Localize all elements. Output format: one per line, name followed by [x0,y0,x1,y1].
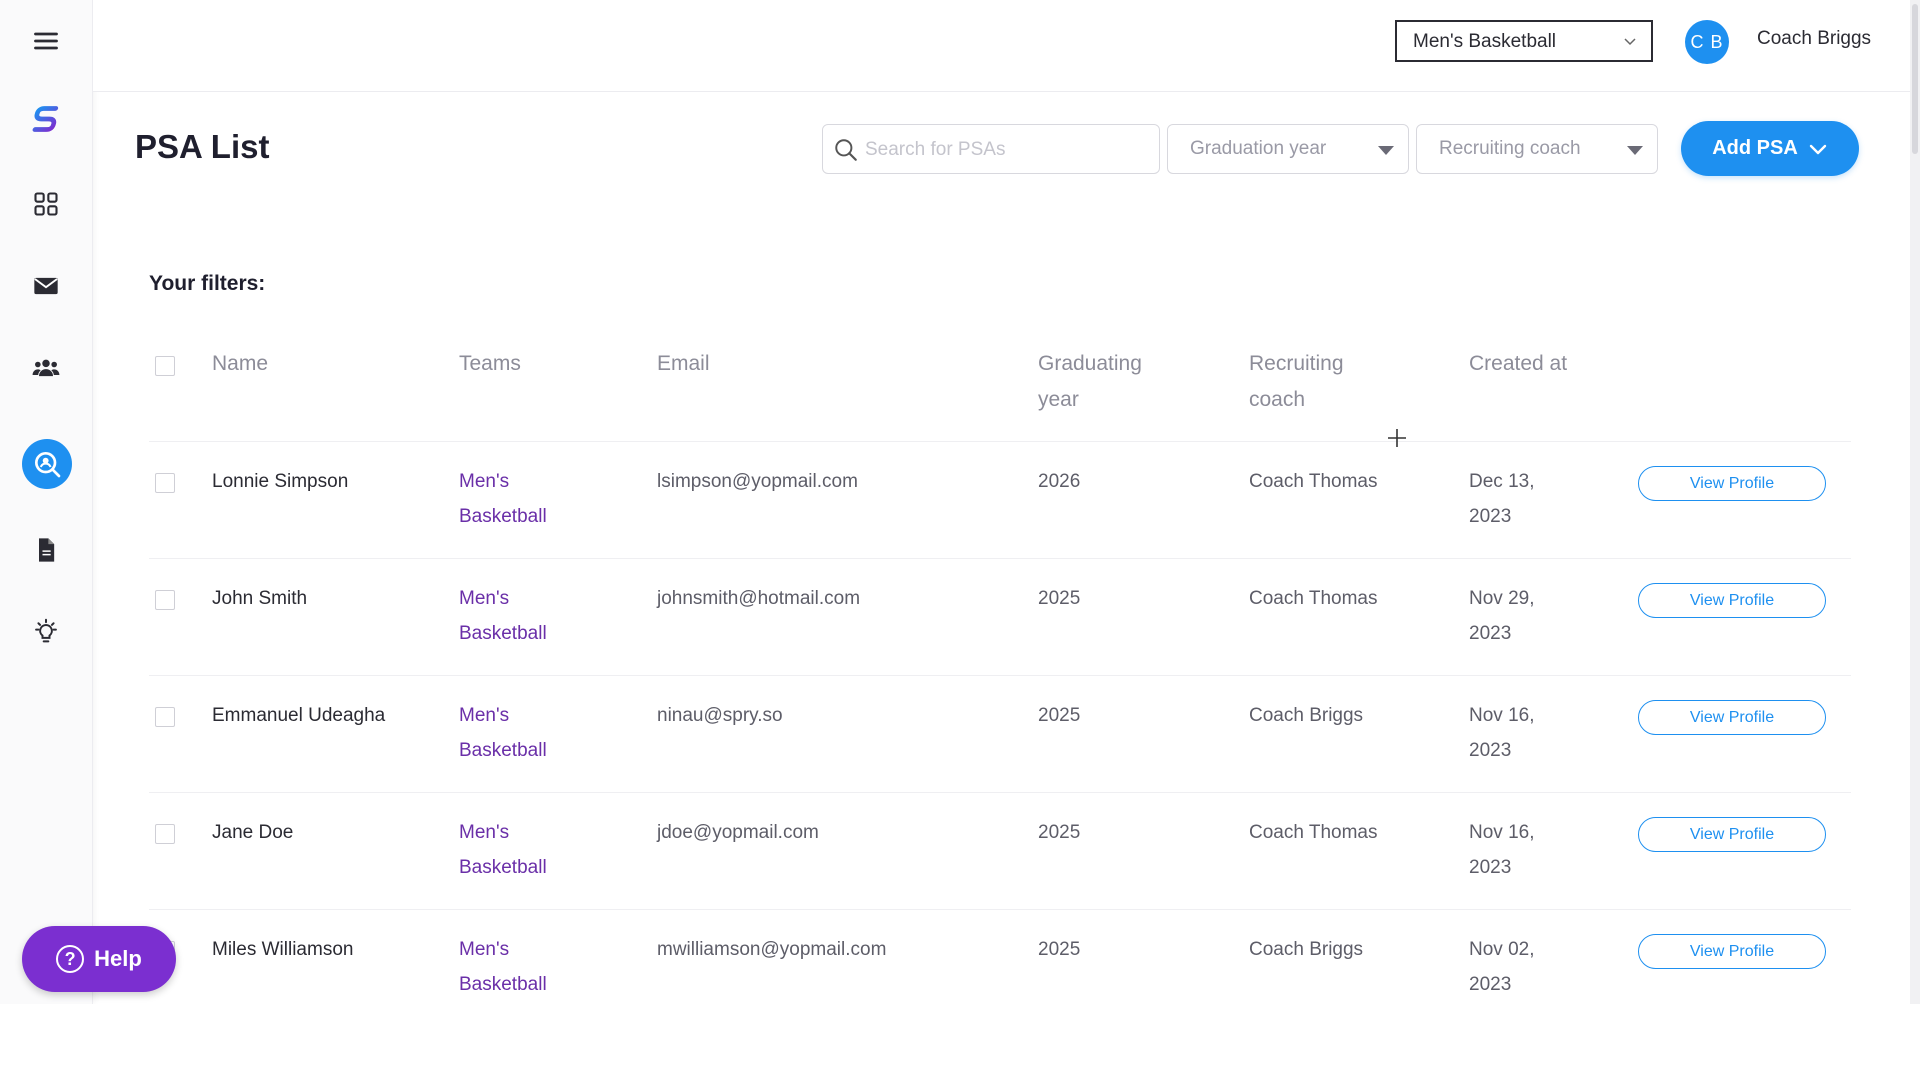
header-teams[interactable]: Teams [459,346,521,382]
app-logo-icon[interactable] [26,99,66,139]
psa-grad-year: 2025 [1038,705,1081,726]
psa-name: Emmanuel Udeagha [212,705,386,726]
psa-created-at: Nov 16, 2023 [1469,705,1535,761]
psa-coach: Coach Thomas [1249,471,1378,492]
psa-name: John Smith [212,588,308,609]
caret-down-icon [1378,146,1394,155]
avatar-initials: C B [1690,31,1724,52]
filters-label: Your filters: [149,272,266,295]
psa-name: Lonnie Simpson [212,471,349,492]
psa-email: lsimpson@yopmail.com [657,471,858,492]
add-psa-button[interactable]: Add PSA [1681,121,1859,176]
psa-search-icon[interactable] [22,439,72,489]
search-icon [835,139,857,161]
row-checkbox[interactable] [155,590,175,610]
psa-grad-year: 2026 [1038,471,1081,492]
header-created-at[interactable]: Created at [1469,346,1567,382]
recruiting-coach-filter[interactable]: Recruiting coach [1416,124,1658,174]
psa-coach: Coach Briggs [1249,939,1364,960]
caret-down-icon [1627,146,1643,155]
page-title: PSA List [135,128,270,165]
psa-team-link[interactable]: Men's Basketball [459,698,589,768]
chevron-down-icon [1809,144,1826,154]
scrollbar-thumb[interactable] [1912,4,1918,154]
header-graduating-year[interactable]: Graduating year [1038,346,1168,418]
graduation-year-filter-label: Graduation year [1190,138,1327,159]
recruiting-coach-filter-label: Recruiting coach [1439,138,1581,159]
search-input[interactable] [863,135,1147,165]
psa-name: Jane Doe [212,822,294,843]
row-checkbox[interactable] [155,473,175,493]
chevron-down-icon [1624,38,1636,46]
psa-team-link[interactable]: Men's Basketball [459,815,589,885]
avatar[interactable]: C B [1685,20,1729,64]
team-select-value: Men's Basketball [1413,31,1557,52]
psa-grad-year: 2025 [1038,588,1081,609]
psa-coach: Coach Thomas [1249,588,1378,609]
table-row: Lonnie Simpson Men's Basketball lsimpson@y… [149,441,1851,559]
row-checkbox[interactable] [155,824,175,844]
header-name[interactable]: Name [212,346,268,382]
user-name[interactable]: Coach Briggs [1757,28,1871,50]
psa-created-at: Nov 29, 2023 [1469,588,1535,644]
bottom-area [0,1004,1920,1080]
top-bar: Men's Basketball C B Coach Briggs [93,0,1920,92]
scrollbar[interactable] [1910,0,1920,1004]
psa-email: ninau@spry.so [657,705,783,726]
psa-created-at: Nov 02, 2023 [1469,939,1535,995]
psa-team-link[interactable]: Men's Basketball [459,464,589,534]
psa-email: jdoe@yopmail.com [657,822,819,843]
header-email[interactable]: Email [657,346,710,382]
table-row: John Smith Men's Basketball johnsmith@hotm… [149,558,1851,676]
psa-team-link[interactable]: Men's Basketball [459,581,589,651]
view-profile-button[interactable]: View Profile [1638,934,1826,969]
view-profile-button[interactable]: View Profile [1638,700,1826,735]
psa-created-at: Nov 16, 2023 [1469,822,1535,878]
psa-grad-year: 2025 [1038,822,1081,843]
psa-grad-year: 2025 [1038,939,1081,960]
help-label: Help [94,946,142,971]
team-select[interactable]: Men's Basketball [1395,20,1653,62]
view-profile-button[interactable]: View Profile [1638,466,1826,501]
view-profile-button[interactable]: View Profile [1638,583,1826,618]
hamburger-menu-icon[interactable] [26,21,66,61]
table-row: Jane Doe Men's Basketball jdoe@yopmail.com… [149,792,1851,910]
sidebar [0,0,93,1004]
psa-email: johnsmith@hotmail.com [657,588,861,609]
mail-icon[interactable] [26,266,66,306]
row-checkbox[interactable] [155,707,175,727]
psa-coach: Coach Briggs [1249,705,1364,726]
psa-coach: Coach Thomas [1249,822,1378,843]
dashboard-grid-icon[interactable] [26,184,66,224]
psa-name: Miles Williamson [212,939,354,960]
table-row: Emmanuel Udeagha Men's Basketball ninau@sp… [149,675,1851,793]
add-psa-label: Add PSA [1712,137,1798,159]
psa-team-link[interactable]: Men's Basketball [459,932,589,1002]
view-profile-button[interactable]: View Profile [1638,817,1826,852]
crosshair-cursor-icon [1388,429,1406,447]
psa-created-at: Dec 13, 2023 [1469,471,1535,527]
select-all-checkbox[interactable] [155,356,175,376]
graduation-year-filter[interactable]: Graduation year [1167,124,1409,174]
question-icon: ? [56,945,85,973]
document-icon[interactable] [26,530,66,570]
help-button[interactable]: ? Help [22,926,176,992]
psa-email: mwilliamson@yopmail.com [657,939,887,960]
lightbulb-icon[interactable] [26,612,66,652]
users-icon[interactable] [26,348,66,388]
header-recruiting-coach[interactable]: Recruiting coach [1249,346,1379,418]
search-box[interactable] [822,124,1160,174]
